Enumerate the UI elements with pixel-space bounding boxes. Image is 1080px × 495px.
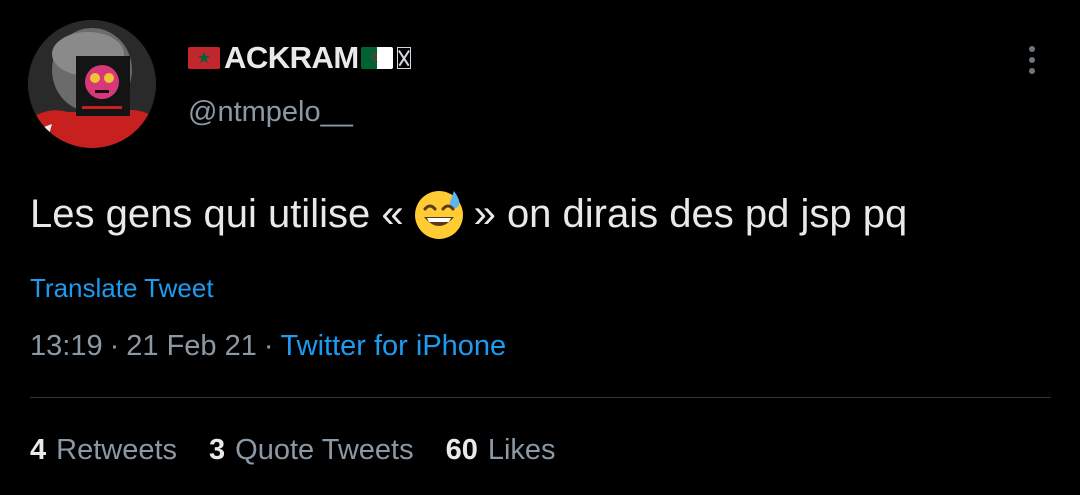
morocco-flag-icon (188, 47, 220, 69)
divider (30, 397, 1051, 398)
dot (1029, 57, 1035, 63)
separator: · (263, 330, 274, 362)
user-handle[interactable]: @ntmpelo__ (188, 96, 353, 129)
quote-tweets-stat[interactable]: 3 Quote Tweets (209, 434, 414, 467)
engagement-stats: 4 Retweets 3 Quote Tweets 60 Likes (30, 434, 588, 467)
separator: · (109, 330, 120, 362)
algeria-flag-icon (360, 47, 393, 69)
avatar-image (28, 20, 156, 148)
grinning-face-with-sweat-emoji-icon (412, 187, 466, 241)
tweet-source-link[interactable]: Twitter for iPhone (281, 330, 507, 363)
retweets-stat[interactable]: 4 Retweets (30, 434, 177, 467)
display-name-row[interactable]: ACKRAM (188, 38, 411, 78)
quote-tweets-count: 3 (209, 434, 226, 466)
dot (1029, 68, 1035, 74)
display-name: ACKRAM (224, 40, 359, 75)
quote-tweets-label: Quote Tweets (235, 434, 414, 466)
tweet-meta: 13:19 · 21 Feb 21 · Twitter for iPhone (30, 330, 506, 363)
tweet-text-after: » on dirais des pd jsp pq (473, 192, 908, 236)
more-options-icon[interactable] (1014, 40, 1050, 80)
dot (1029, 46, 1035, 52)
tweet-date[interactable]: 21 Feb 21 (126, 330, 257, 363)
tweet-time[interactable]: 13:19 (30, 330, 103, 363)
likes-count: 60 (445, 434, 478, 466)
likes-label: Likes (487, 434, 556, 466)
translate-tweet-link[interactable]: Translate Tweet (30, 273, 214, 304)
retweets-count: 4 (30, 434, 47, 466)
retweets-label: Retweets (56, 434, 178, 466)
missing-glyph-icon (396, 47, 411, 69)
likes-stat[interactable]: 60 Likes (446, 434, 556, 467)
avatar[interactable] (28, 20, 156, 148)
tweet-text-before: Les gens qui utilise « (30, 192, 404, 236)
tweet-text: Les gens qui utilise « » on dirais des p… (30, 186, 907, 242)
